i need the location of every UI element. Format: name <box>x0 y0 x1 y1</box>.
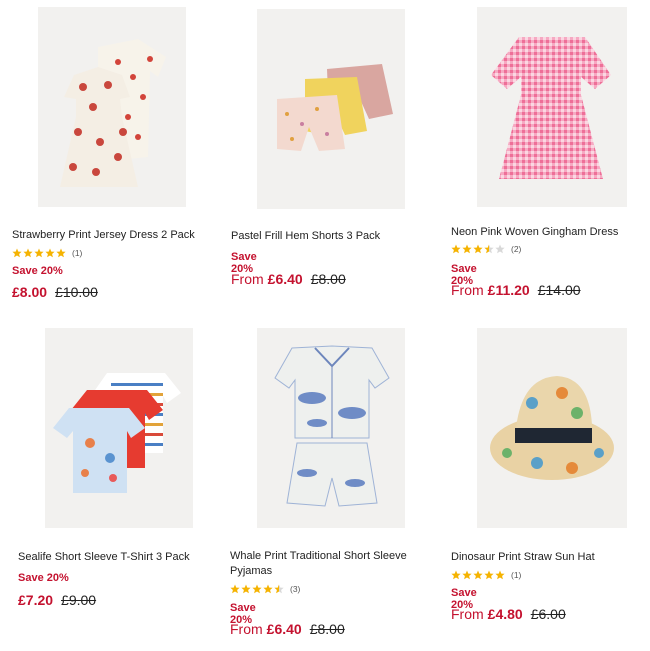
price-prefix: From <box>451 282 484 298</box>
product-title[interactable]: Strawberry Print Jersey Dress 2 Pack <box>12 228 232 243</box>
star-icon <box>484 570 494 580</box>
product-price: From £6.40 £8.00 <box>231 271 346 287</box>
star-icon <box>462 570 472 580</box>
price-prefix: From <box>230 621 263 637</box>
price-now: £4.80 <box>487 606 523 622</box>
product-price: From £6.40 £8.00 <box>230 621 345 637</box>
product-image-sun-hat[interactable] <box>477 328 627 528</box>
star-icon <box>451 570 461 580</box>
price-now: £6.40 <box>267 271 303 287</box>
product-title[interactable]: Sealife Short Sleeve T-Shirt 3 Pack <box>18 550 238 565</box>
price-was: £8.00 <box>309 621 345 637</box>
product-rating: (1) <box>12 248 82 258</box>
product-image-gingham-dress[interactable] <box>477 7 627 207</box>
star-icon <box>34 248 44 258</box>
price-now: £6.40 <box>266 621 302 637</box>
rating-count: (2) <box>511 244 522 254</box>
price-was: £8.00 <box>310 271 346 287</box>
price-was: £6.00 <box>530 606 566 622</box>
rating-count: (3) <box>290 584 301 594</box>
save-badge: Save 20% <box>18 572 69 584</box>
product-title[interactable]: Pastel Frill Hem Shorts 3 Pack <box>231 229 451 244</box>
product-title[interactable]: Neon Pink Woven Gingham Dress <box>451 225 650 240</box>
product-rating: (1) <box>451 570 521 580</box>
price-now: £7.20 <box>18 592 54 608</box>
star-icon <box>274 584 284 594</box>
star-icon <box>45 248 55 258</box>
save-badge: Save 20% <box>12 265 63 277</box>
product-title[interactable]: Whale Print Traditional Short Sleeve Pyj… <box>230 549 430 579</box>
star-icon <box>12 248 22 258</box>
star-icon <box>473 570 483 580</box>
product-image-shorts[interactable] <box>257 9 405 209</box>
star-icon <box>462 244 472 254</box>
price-prefix: From <box>451 606 484 622</box>
product-price: £7.20 £9.00 <box>18 592 96 608</box>
star-icon <box>451 244 461 254</box>
star-icon <box>230 584 240 594</box>
star-icon <box>56 248 66 258</box>
product-image-strawberry-dress[interactable] <box>38 7 186 207</box>
price-was: £10.00 <box>55 284 98 300</box>
rating-count: (1) <box>511 570 522 580</box>
product-rating: (3) <box>230 584 300 594</box>
star-icon <box>23 248 33 258</box>
price-was: £14.00 <box>537 282 581 298</box>
price-was: £9.00 <box>61 592 97 608</box>
price-now: £11.20 <box>487 282 530 298</box>
product-image-tshirts[interactable] <box>45 328 193 528</box>
star-icon <box>484 244 494 254</box>
star-icon <box>495 570 505 580</box>
product-image-pyjamas[interactable] <box>257 328 405 528</box>
price-prefix: From <box>231 271 264 287</box>
product-price: From £4.80 £6.00 <box>451 606 566 622</box>
product-price: £8.00 £10.00 <box>12 284 98 300</box>
product-price: From £11.20 £14.00 <box>451 282 581 298</box>
product-rating: (2) <box>451 244 521 254</box>
star-icon <box>263 584 273 594</box>
star-icon <box>473 244 483 254</box>
price-now: £8.00 <box>12 284 48 300</box>
star-icon <box>495 244 505 254</box>
rating-count: (1) <box>72 248 83 258</box>
product-title[interactable]: Dinosaur Print Straw Sun Hat <box>451 550 650 565</box>
star-icon <box>252 584 262 594</box>
star-icon <box>241 584 251 594</box>
